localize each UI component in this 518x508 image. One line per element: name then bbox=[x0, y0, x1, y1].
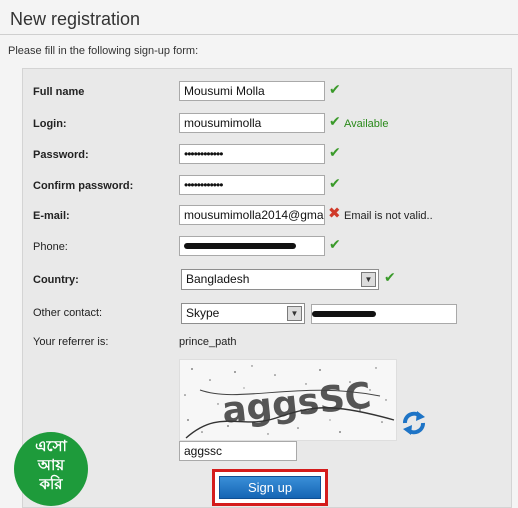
referrer-value: prince_path bbox=[179, 336, 237, 348]
redaction-bar bbox=[312, 311, 376, 317]
referrer-label: Your referrer is: bbox=[33, 336, 109, 348]
other-contact-label: Other contact: bbox=[33, 307, 103, 319]
login-input[interactable]: mousumimolla bbox=[179, 113, 325, 133]
check-icon: ✔ bbox=[329, 144, 341, 160]
password-input[interactable]: •••••••••••• bbox=[179, 144, 325, 164]
signup-highlight: Sign up bbox=[212, 469, 328, 506]
cross-icon: ✖ bbox=[328, 205, 341, 222]
full-name-input[interactable]: Mousumi Molla bbox=[179, 81, 325, 101]
captcha-graphic: aggsSC bbox=[184, 365, 395, 439]
confirm-password-label: Confirm password: bbox=[33, 180, 134, 192]
email-label: E-mail: bbox=[33, 210, 70, 222]
check-icon: ✔ bbox=[384, 269, 396, 285]
check-icon: ✔ bbox=[329, 236, 341, 252]
dropdown-arrow-icon[interactable]: ▼ bbox=[287, 306, 302, 321]
logo-line: আয় bbox=[37, 456, 65, 474]
captcha-text: aggsSC bbox=[220, 375, 373, 431]
country-label: Country: bbox=[33, 274, 79, 286]
login-label: Login: bbox=[33, 118, 67, 130]
dropdown-arrow-icon[interactable]: ▼ bbox=[361, 272, 376, 287]
confirm-password-input[interactable]: •••••••••••• bbox=[179, 175, 325, 195]
contact-type-value: Skype bbox=[186, 306, 220, 320]
email-input[interactable]: mousumimolla2014@gmail. bbox=[179, 205, 325, 225]
email-status: Email is not valid.. bbox=[344, 210, 433, 222]
logo-line: করি bbox=[39, 475, 63, 493]
check-icon: ✔ bbox=[329, 81, 341, 97]
form-intro: Please fill in the following sign-up for… bbox=[8, 45, 199, 57]
country-select[interactable]: Bangladesh ▼ bbox=[181, 269, 379, 290]
logo: এসো আয় করি bbox=[14, 432, 88, 506]
phone-label: Phone: bbox=[33, 241, 68, 253]
logo-line: এসো bbox=[35, 437, 67, 455]
captcha-image: aggsSC bbox=[179, 359, 397, 441]
phone-input[interactable] bbox=[179, 236, 325, 256]
registration-form: Full name Mousumi Molla ✔ Login: mousumi… bbox=[22, 68, 512, 508]
password-label: Password: bbox=[33, 149, 89, 161]
contact-type-select[interactable]: Skype ▼ bbox=[181, 303, 305, 324]
refresh-icon[interactable] bbox=[400, 409, 428, 437]
country-selected-value: Bangladesh bbox=[186, 272, 250, 286]
redaction-bar bbox=[184, 243, 296, 249]
sign-up-button[interactable]: Sign up bbox=[219, 476, 321, 499]
page-title: New registration bbox=[10, 9, 141, 29]
full-name-label: Full name bbox=[33, 86, 85, 98]
check-icon: ✔ bbox=[329, 175, 341, 191]
login-status: Available bbox=[344, 118, 389, 130]
captcha-input[interactable]: aggssc bbox=[179, 441, 297, 461]
title-divider bbox=[0, 34, 518, 35]
contact-handle-input[interactable] bbox=[311, 304, 457, 324]
check-icon: ✔ bbox=[329, 113, 341, 129]
